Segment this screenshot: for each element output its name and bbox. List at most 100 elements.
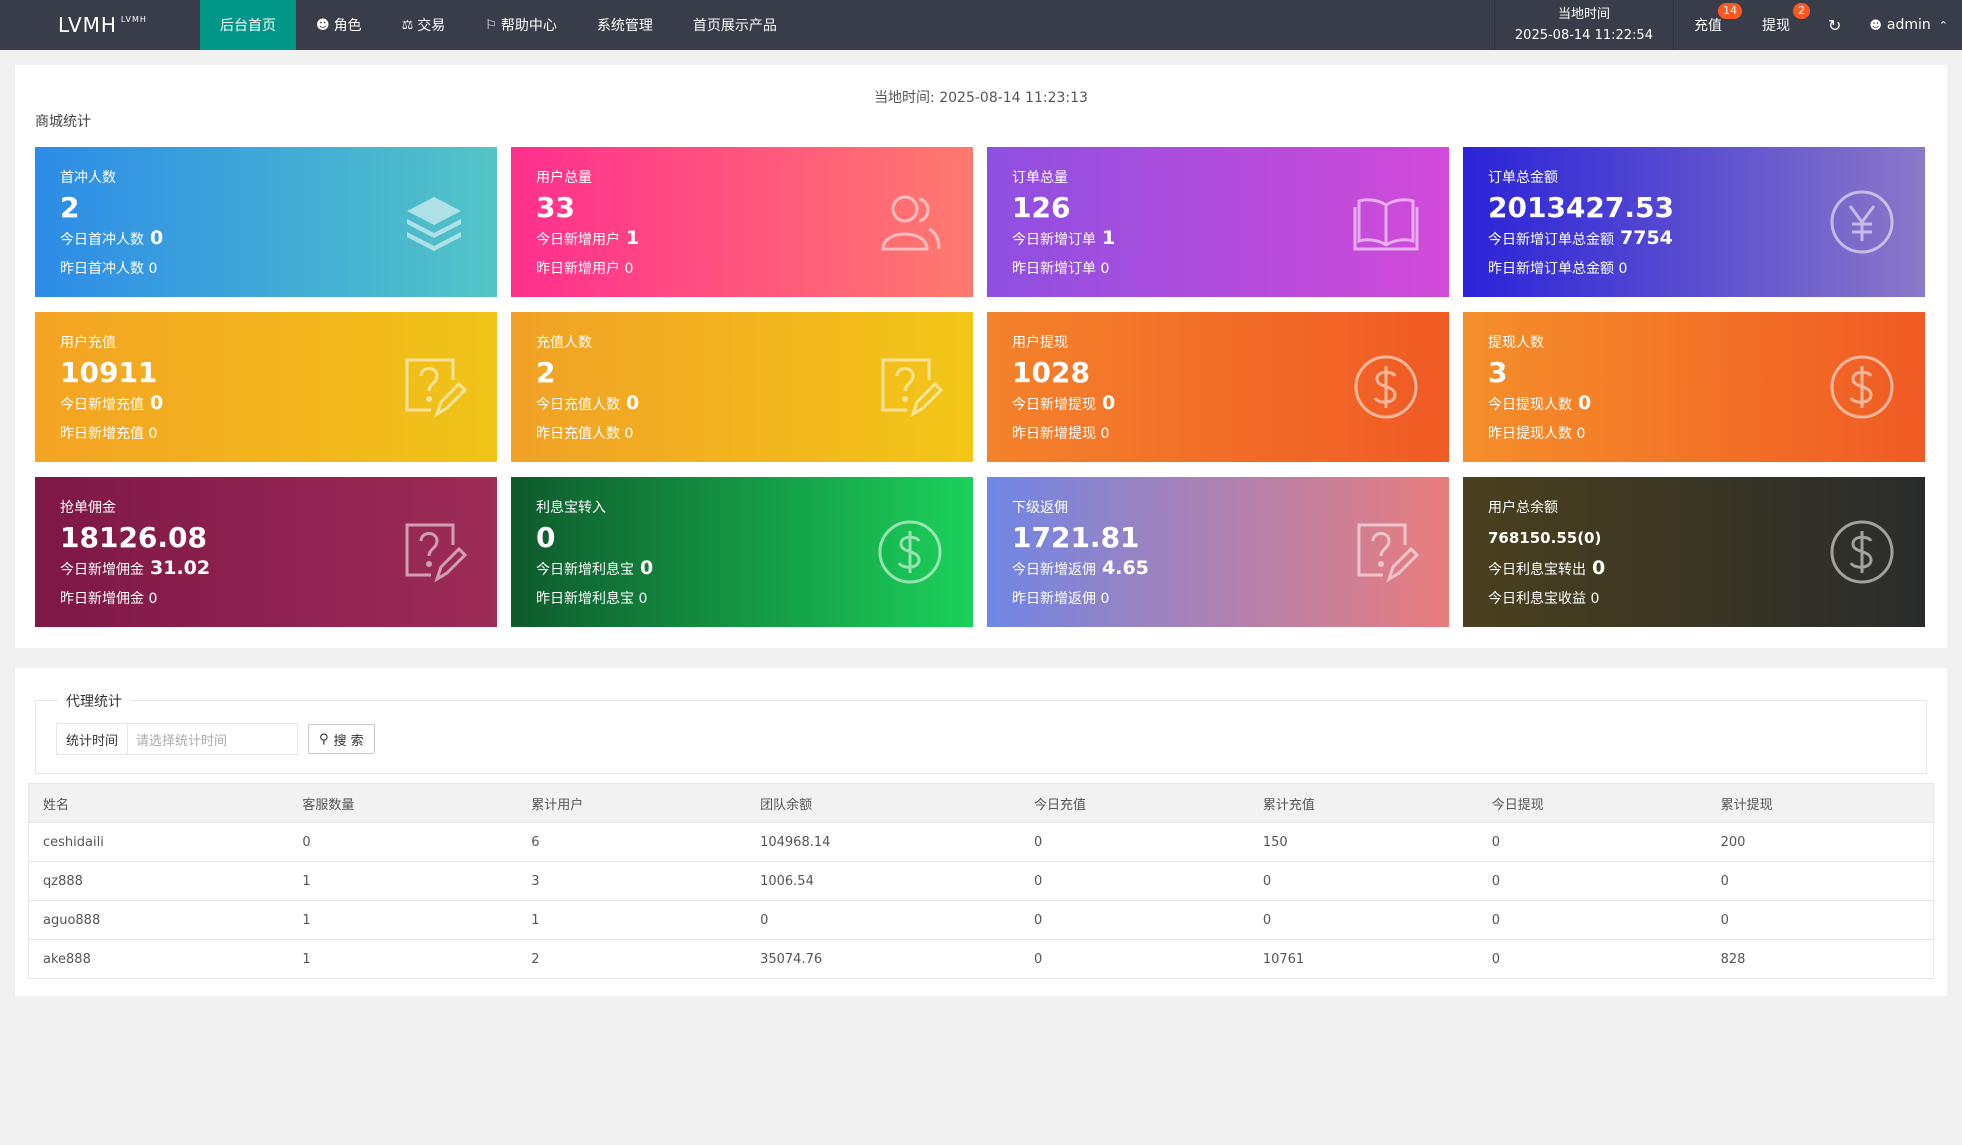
card-value: 33: [536, 191, 575, 224]
card-value: 768150.55(0): [1488, 529, 1602, 547]
refresh-icon[interactable]: ↻: [1810, 0, 1859, 50]
card-sub-yesterday: 昨日新增充值 0: [60, 426, 158, 442]
card-sub-label: 今日新增提现: [1012, 397, 1096, 413]
time-label: 统计时间: [56, 723, 129, 755]
nav-roles[interactable]: ☻ 角色: [296, 0, 382, 50]
card-title: 提现人数: [1488, 335, 1544, 351]
search-row: 统计时间 请选择统计时间 ⚲ 搜 索: [56, 723, 375, 755]
table-cell: 0: [1019, 939, 1249, 979]
table-cell: 0: [1248, 861, 1478, 901]
column-header[interactable]: 今日充值: [1019, 783, 1249, 823]
card-title: 用户提现: [1012, 335, 1068, 351]
card-title: 下级返佣: [1012, 500, 1068, 516]
logo-text: LVMH: [58, 13, 117, 37]
nav-products[interactable]: 首页展示产品: [673, 0, 797, 50]
stat-card: 提现人数 3 今日提现人数 0 昨日提现人数 0: [1463, 312, 1925, 462]
chevron-up-icon: ⌃: [1938, 18, 1948, 32]
table-cell: 0: [288, 822, 518, 862]
card-sub-yesterday: 昨日新增用户 0: [536, 261, 634, 277]
column-header[interactable]: 团队余额: [746, 783, 1020, 823]
column-header[interactable]: 今日提现: [1477, 783, 1707, 823]
card-sub-value: 31.02: [150, 557, 211, 579]
card-sub-value: 0: [1578, 392, 1592, 414]
card-sub-today: 今日新增佣金 31.02: [60, 557, 210, 579]
scale-icon: ⚖: [401, 17, 414, 33]
card-title: 订单总量: [1012, 170, 1068, 186]
table-cell: 1: [288, 900, 518, 940]
card-value: 2: [536, 356, 556, 389]
local-time: 当地时间: 2025-08-14 11:23:13: [874, 90, 1088, 106]
column-header[interactable]: 累计用户: [517, 783, 747, 823]
column-header[interactable]: 累计提现: [1706, 783, 1934, 823]
stat-card: 用户总量 33 今日新增用户 1 昨日新增用户 0: [511, 147, 973, 297]
column-header[interactable]: 客服数量: [288, 783, 518, 823]
main-nav: 后台首页 ☻ 角色 ⚖ 交易 ⚐ 帮助中心 系统管理 首页展示产品: [200, 0, 797, 50]
nav-help[interactable]: ⚐ 帮助中心: [465, 0, 577, 50]
time-input[interactable]: 请选择统计时间: [128, 723, 299, 755]
table-cell: 150: [1248, 822, 1478, 862]
card-sub-yesterday: 昨日充值人数 0: [536, 426, 634, 442]
card-sub-yesterday: 昨日提现人数 0: [1488, 426, 1586, 442]
stat-card: 用户提现 1028 今日新增提现 0 昨日新增提现 0: [987, 312, 1449, 462]
table-cell: 0: [1019, 822, 1249, 862]
dollar-icon: [877, 519, 943, 585]
card-value: 126: [1012, 191, 1071, 224]
table-cell: 0: [1248, 900, 1478, 940]
card-sub-label: 今日新增充值: [60, 397, 144, 413]
card-sub-label: 今日利息宝转出: [1488, 562, 1586, 578]
users-icon: [877, 189, 943, 255]
recharge-badge: 14: [1717, 3, 1742, 19]
card-title: 充值人数: [536, 335, 592, 351]
column-header[interactable]: 累计充值: [1248, 783, 1478, 823]
card-title: 用户总量: [536, 170, 592, 186]
card-sub-yesterday: 昨日新增利息宝 0: [536, 591, 648, 607]
withdraw-button[interactable]: 提现 2: [1742, 0, 1810, 50]
stat-card: 首冲人数 2 今日首冲人数 0 昨日首冲人数 0: [35, 147, 497, 297]
card-title: 用户总余额: [1488, 500, 1558, 516]
stat-card: 利息宝转入 0 今日新增利息宝 0 昨日新增利息宝 0: [511, 477, 973, 627]
table-cell: 104968.14: [746, 822, 1020, 862]
nav-home[interactable]: 后台首页: [200, 0, 296, 50]
card-sub-yesterday: 昨日新增返佣 0: [1012, 591, 1110, 607]
card-title: 利息宝转入: [536, 500, 606, 516]
card-sub-value: 1: [1102, 227, 1116, 249]
card-sub-today: 今日新增提现 0: [1012, 392, 1115, 414]
stat-card: 下级返佣 1721.81 今日新增返佣 4.65 昨日新增返佣 0: [987, 477, 1449, 627]
card-sub-today: 今日首冲人数 0: [60, 227, 163, 249]
search-button[interactable]: ⚲ 搜 索: [308, 724, 375, 754]
table-cell: 1006.54: [746, 861, 1020, 901]
shop-stats-panel: 当地时间: 2025-08-14 11:23:13 商城统计 首冲人数 2 今日首冲…: [15, 65, 1947, 648]
table-cell: 0: [1477, 939, 1707, 979]
nav-system[interactable]: 系统管理: [577, 0, 673, 50]
table-cell: 10761: [1248, 939, 1478, 979]
table-cell: 0: [746, 900, 1020, 940]
card-value: 1028: [1012, 356, 1090, 389]
card-sub-today: 今日充值人数 0: [536, 392, 639, 414]
search-icon: ⚲: [319, 731, 329, 747]
logo[interactable]: LVMH LVMH: [0, 0, 200, 50]
card-sub-value: 0: [640, 557, 654, 579]
card-sub-label: 今日首冲人数: [60, 232, 144, 248]
column-header[interactable]: 姓名: [28, 783, 289, 823]
clock-value: 2025-08-14 11:22:54: [1514, 28, 1653, 43]
card-value: 18126.08: [60, 521, 208, 554]
card-sub-value: 0: [150, 392, 164, 414]
agent-table: 姓名 客服数量 累计用户 团队余额 今日充值 累计充值 今日提现 累计提现 ceshidail…: [28, 783, 1934, 979]
card-value: 2: [60, 191, 80, 224]
table-cell: 0: [1477, 822, 1707, 862]
layers-icon: [401, 189, 467, 255]
table-row: aguo888 1 1 0 0 0 0 0: [28, 900, 1934, 940]
withdraw-badge: 2: [1792, 3, 1810, 19]
nav-trade[interactable]: ⚖ 交易: [382, 0, 466, 50]
card-sub-today: 今日新增充值 0: [60, 392, 163, 414]
table-cell: 3: [517, 861, 747, 901]
user-name: admin: [1886, 17, 1931, 33]
card-sub-label: 今日新增订单总金额: [1488, 232, 1614, 248]
card-title: 首冲人数: [60, 170, 116, 186]
card-value: 10911: [60, 356, 158, 389]
card-sub-today: 今日利息宝转出 0: [1488, 557, 1605, 579]
dollar-icon: [1829, 519, 1895, 585]
recharge-button[interactable]: 充值 14: [1674, 0, 1742, 50]
table-cell: 828: [1706, 939, 1934, 979]
user-menu[interactable]: ☻ admin ⌃: [1859, 0, 1962, 50]
